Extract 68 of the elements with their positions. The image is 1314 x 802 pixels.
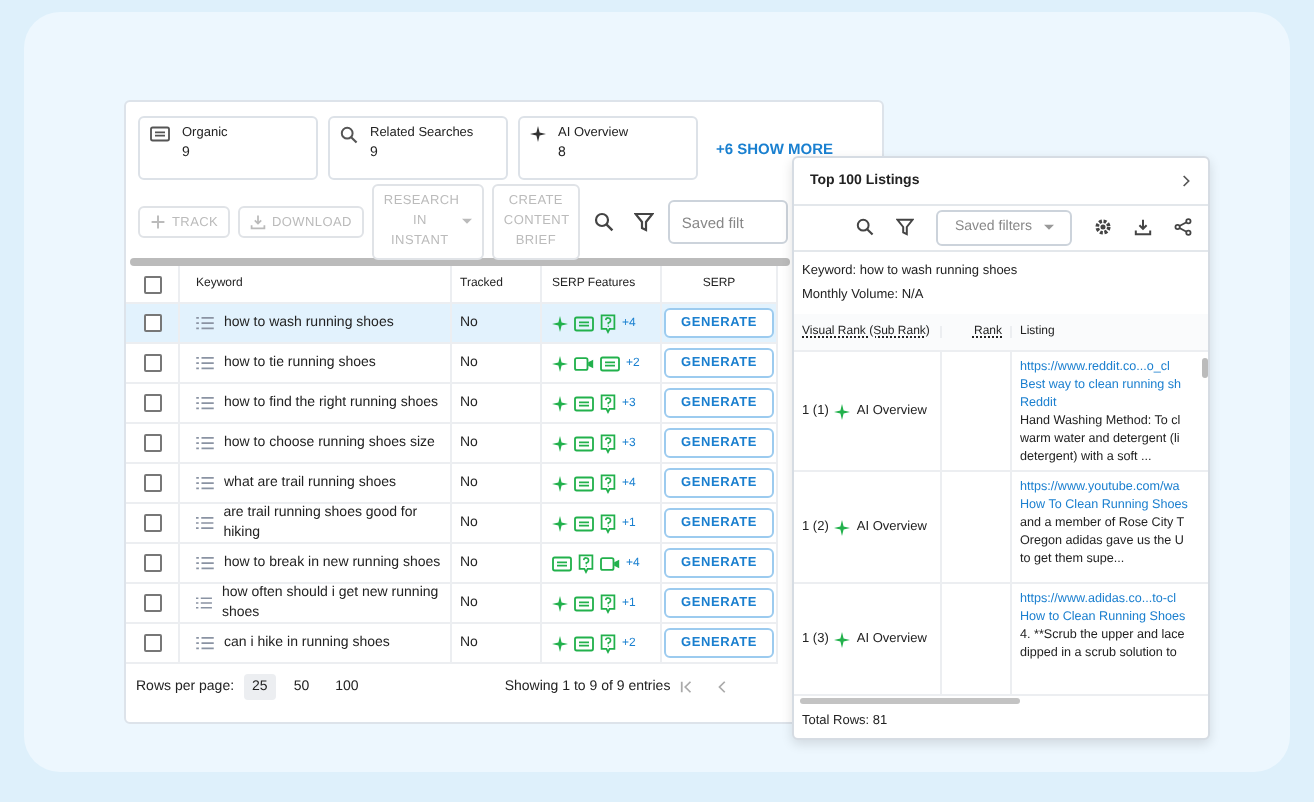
list-icon[interactable] [196,396,214,410]
chevron-right-icon[interactable] [1182,173,1192,188]
checkbox[interactable] [143,474,161,492]
list-card-icon [574,435,594,451]
list-card-icon [574,395,594,411]
sparkle-icon [834,403,851,420]
video-camera-icon [574,355,594,371]
checkbox[interactable] [143,314,161,332]
sparkle-icon [552,315,568,331]
question-doc-icon [600,433,616,453]
question-doc-icon [600,513,616,533]
first-page-icon[interactable] [680,679,695,693]
checkbox[interactable] [143,514,161,532]
list-icon[interactable] [196,436,214,450]
plus-icon [150,214,166,230]
filter-icon[interactable] [896,218,915,237]
scrollbar[interactable] [130,258,790,266]
scrollbar[interactable] [800,698,1020,705]
sparkle-icon [552,515,568,531]
list-card-icon [574,635,594,651]
list-card-icon [600,355,620,371]
gear-icon[interactable] [1094,218,1112,237]
sparkle-icon [552,355,568,371]
filter-icon[interactable] [633,212,654,232]
checkbox[interactable] [143,554,161,572]
sparkle-icon [552,395,568,411]
search-icon[interactable] [856,218,875,237]
checkbox[interactable] [143,594,161,612]
search-icon [340,126,358,144]
checkbox[interactable] [143,275,161,293]
sparkle-icon [552,635,568,651]
list-card-icon [574,515,594,531]
share-icon[interactable] [1174,218,1192,237]
checkbox[interactable] [143,354,161,372]
question-doc-icon [600,593,616,613]
question-doc-icon [578,553,594,573]
sparkle-icon [552,595,568,611]
search-icon[interactable] [593,212,614,232]
list-card-icon [552,555,572,571]
question-doc-icon [600,313,616,333]
sparkle-icon [552,435,568,451]
list-icon[interactable] [196,316,214,330]
sparkle-icon [552,475,568,491]
list-card-icon [574,595,594,611]
checkbox[interactable] [143,634,161,652]
list-icon[interactable] [196,476,214,490]
list-icon[interactable] [196,516,214,530]
question-doc-icon [600,393,616,413]
sparkle-icon [834,631,851,648]
list-card-icon [574,315,594,331]
sparkle-icon [834,519,851,536]
question-doc-icon [600,473,616,493]
caret-icon [1044,223,1054,232]
list-card-icon [150,126,170,142]
sparkle-icon [530,126,546,142]
list-card-icon [574,475,594,491]
checkbox[interactable] [143,434,161,452]
list-icon[interactable] [196,556,214,570]
caret-icon [461,218,472,226]
scrollbar[interactable] [1202,358,1208,379]
list-icon[interactable] [196,636,214,650]
question-doc-icon [600,633,616,653]
checkbox[interactable] [143,394,161,412]
list-icon[interactable] [196,356,214,370]
video-camera-icon [600,555,620,571]
list-icon[interactable] [196,596,212,610]
download-icon [250,214,267,230]
download-icon[interactable] [1134,218,1152,237]
